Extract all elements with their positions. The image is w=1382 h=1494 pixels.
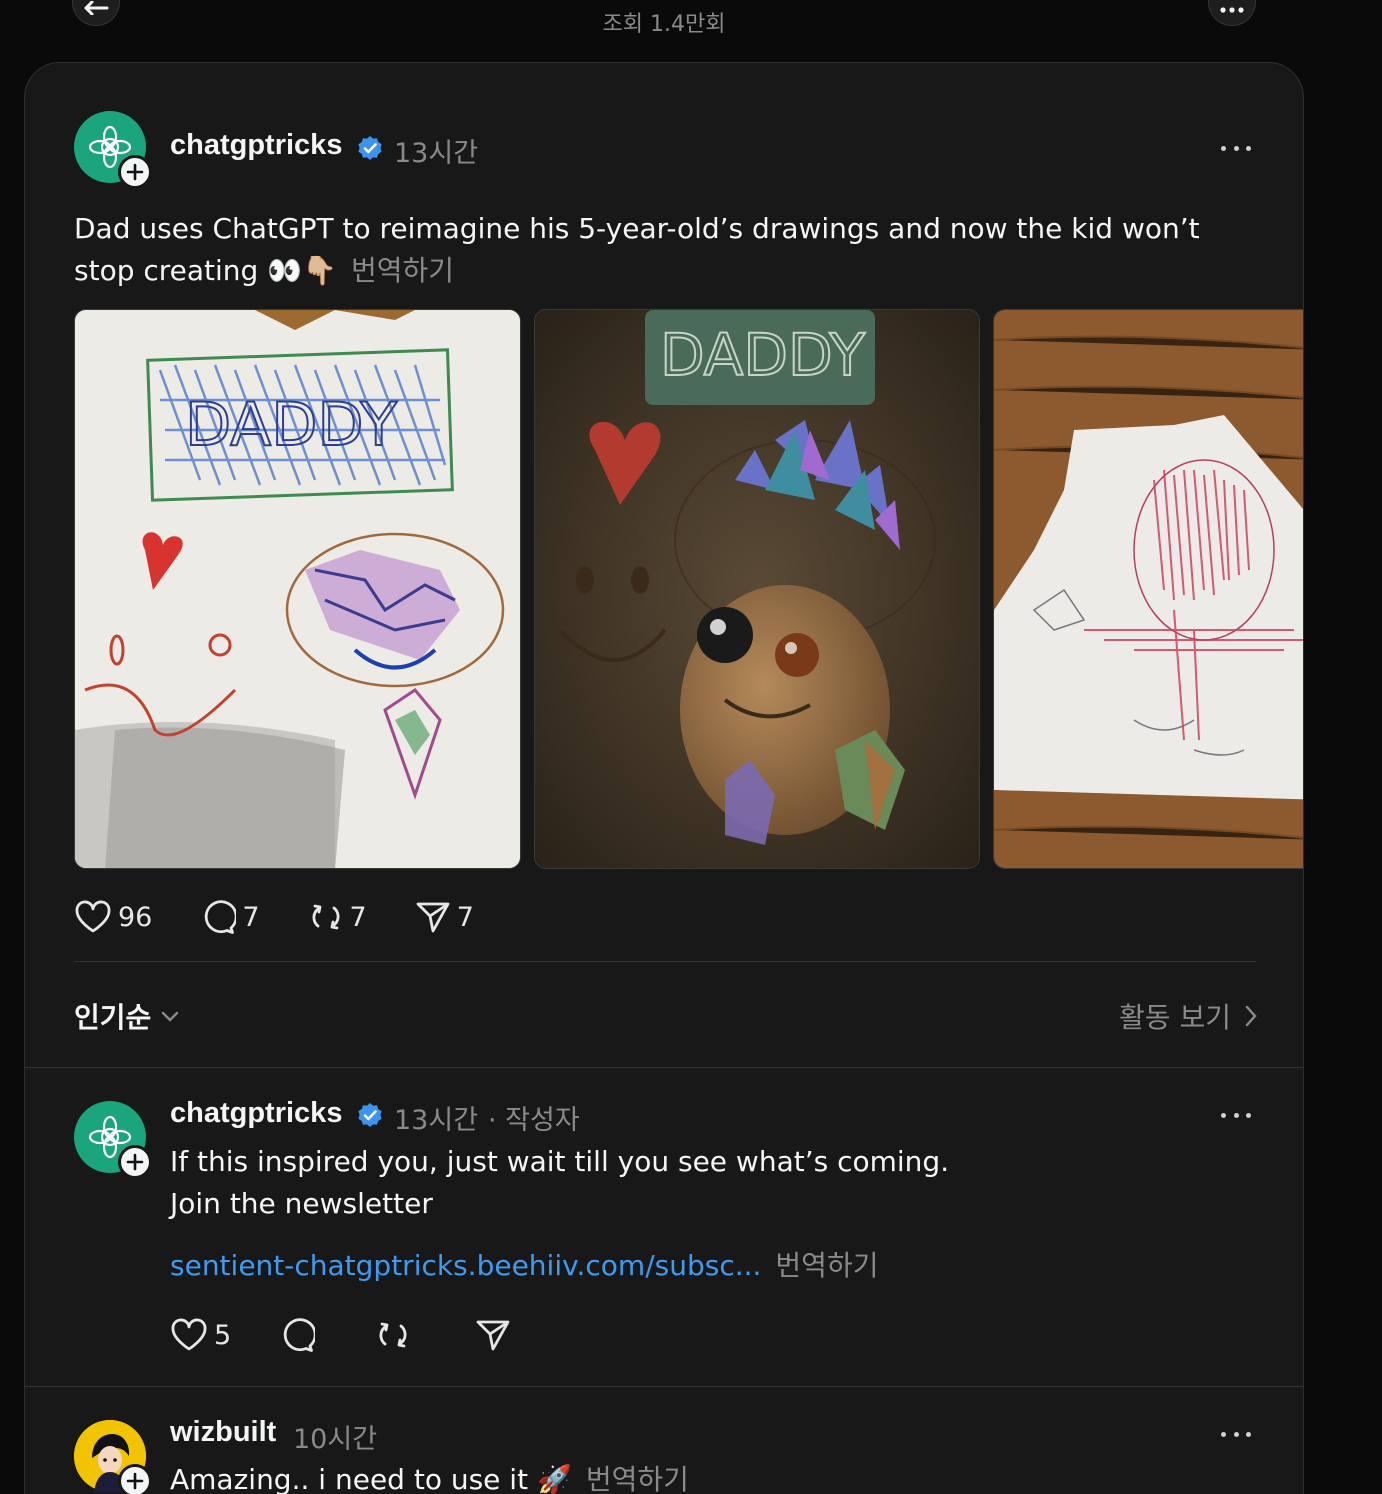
sort-dropdown[interactable]: 인기순 (74, 996, 179, 1036)
share-button[interactable]: 7 (415, 899, 474, 935)
thread-panel: chatgptricks 13시간 Dad uses ChatGPT to re… (24, 62, 1304, 1494)
top-bar: 조회 1.4만회 (0, 0, 1382, 62)
sort-label: 인기순 (74, 1001, 152, 1034)
reply-line-2: Join the newsletter (170, 1187, 433, 1220)
send-icon (476, 1320, 510, 1351)
chevron-right-icon (1245, 1005, 1257, 1027)
plus-icon (126, 1153, 144, 1171)
follow-button[interactable] (118, 155, 152, 189)
divider (25, 1067, 1303, 1068)
like-button[interactable]: 96 (74, 900, 152, 934)
repost-button[interactable]: 7 (308, 899, 367, 935)
post-image-2[interactable]: DADDY (534, 309, 980, 869)
reply-author[interactable]: wizbuilt (170, 1416, 276, 1449)
reply-avatar[interactable] (74, 1101, 152, 1179)
post-image-3[interactable] (993, 309, 1303, 869)
comment-button[interactable]: 7 (200, 899, 260, 935)
heart-icon (75, 900, 111, 933)
share-button[interactable] (475, 1317, 517, 1353)
reply-time: 10시간 (293, 1424, 378, 1455)
post-menu-icon[interactable] (1221, 143, 1251, 153)
comment-icon (205, 900, 237, 934)
author-label: · 작성자 (488, 1105, 580, 1136)
repost-icon (379, 1322, 407, 1348)
verified-badge-icon (358, 136, 382, 160)
plus-icon (126, 1472, 144, 1490)
translate-link[interactable]: 번역하기 (775, 1249, 878, 1282)
reply-text: Amazing.. i need to use it 🚀 (170, 1463, 572, 1494)
verified-badge-icon (358, 1103, 382, 1127)
follow-button[interactable] (118, 1464, 152, 1494)
view-activity-link[interactable]: 활동 보기 (1119, 996, 1257, 1036)
divider (25, 1386, 1303, 1387)
comment-icon (283, 1318, 316, 1352)
heart-icon (171, 1318, 207, 1351)
post-image-1[interactable]: DADDY (74, 309, 521, 869)
plus-icon (126, 163, 144, 181)
ai-creature-image: DADDY (535, 310, 979, 868)
divider (74, 961, 1256, 962)
drawing-figure-image (994, 310, 1303, 868)
reply-avatar[interactable] (74, 1420, 152, 1494)
translate-link[interactable]: 번역하기 (586, 1463, 689, 1494)
drawing-daddy-text: DADDY (185, 390, 397, 460)
post-time: 13시간 (394, 138, 479, 169)
sign-daddy-text: DADDY (660, 321, 865, 389)
like-count: 5 (214, 1319, 232, 1351)
post-author[interactable]: chatgptricks (170, 129, 342, 162)
send-icon (416, 902, 450, 933)
share-count: 7 (456, 901, 474, 933)
like-count: 96 (118, 901, 153, 933)
reply-time: 13시간 (394, 1105, 479, 1136)
follow-button[interactable] (118, 1145, 152, 1179)
translate-link[interactable]: 번역하기 (351, 254, 454, 287)
post-body: Dad uses ChatGPT to reimagine his 5-year… (74, 208, 1264, 292)
chevron-down-icon (162, 1011, 179, 1022)
comment-button[interactable] (279, 1317, 321, 1353)
repost-icon (312, 904, 340, 930)
activity-label: 활동 보기 (1119, 1001, 1231, 1034)
view-count: 조회 1.4만회 (602, 12, 726, 37)
reply-line-1: If this inspired you, just wait till you… (170, 1145, 950, 1178)
newsletter-link[interactable]: sentient-chatgptricks.beehiiv.com/subsc.… (170, 1249, 761, 1282)
reply-author[interactable]: chatgptricks (170, 1097, 342, 1130)
repost-count: 7 (349, 901, 367, 933)
avatar[interactable] (74, 111, 152, 189)
like-button[interactable]: 5 (170, 1318, 231, 1352)
reply-menu-icon[interactable] (1221, 1429, 1251, 1439)
repost-button[interactable] (375, 1317, 417, 1353)
post-actions: 96 7 7 7 (74, 899, 514, 935)
post-text: Dad uses ChatGPT to reimagine his 5-year… (74, 212, 1200, 287)
drawing-image: DADDY (75, 310, 520, 868)
reply-menu-icon[interactable] (1221, 1110, 1251, 1120)
comment-count: 7 (242, 901, 260, 933)
reply-actions: 5 (170, 1317, 557, 1353)
more-icon (1220, 7, 1244, 13)
